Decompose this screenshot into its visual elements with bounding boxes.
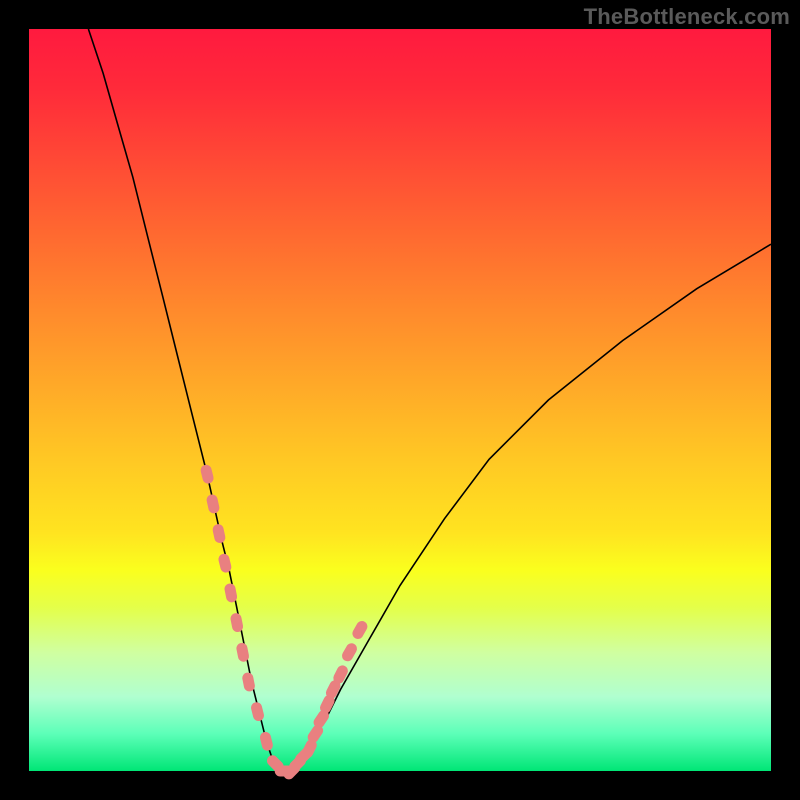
highlighted-point [224,583,237,603]
highlighted-point [332,664,349,685]
highlighted-point [200,464,214,484]
bottleneck-curve [88,29,771,771]
plot-area [29,29,771,771]
highlighted-point [236,642,249,662]
highlighted-point [250,702,264,722]
highlighted-point [242,672,255,692]
highlighted-point [206,494,220,514]
highlighted-point [230,613,243,633]
chart-svg [29,29,771,771]
watermark: TheBottleneck.com [584,4,790,30]
highlighted-point [259,731,273,751]
highlighted-point [212,524,226,544]
chart-frame: TheBottleneck.com line [0,0,800,800]
highlighted-point [218,553,232,573]
highlighted-point [341,642,359,663]
highlighted-points-group [200,464,369,781]
highlighted-point [351,620,369,641]
